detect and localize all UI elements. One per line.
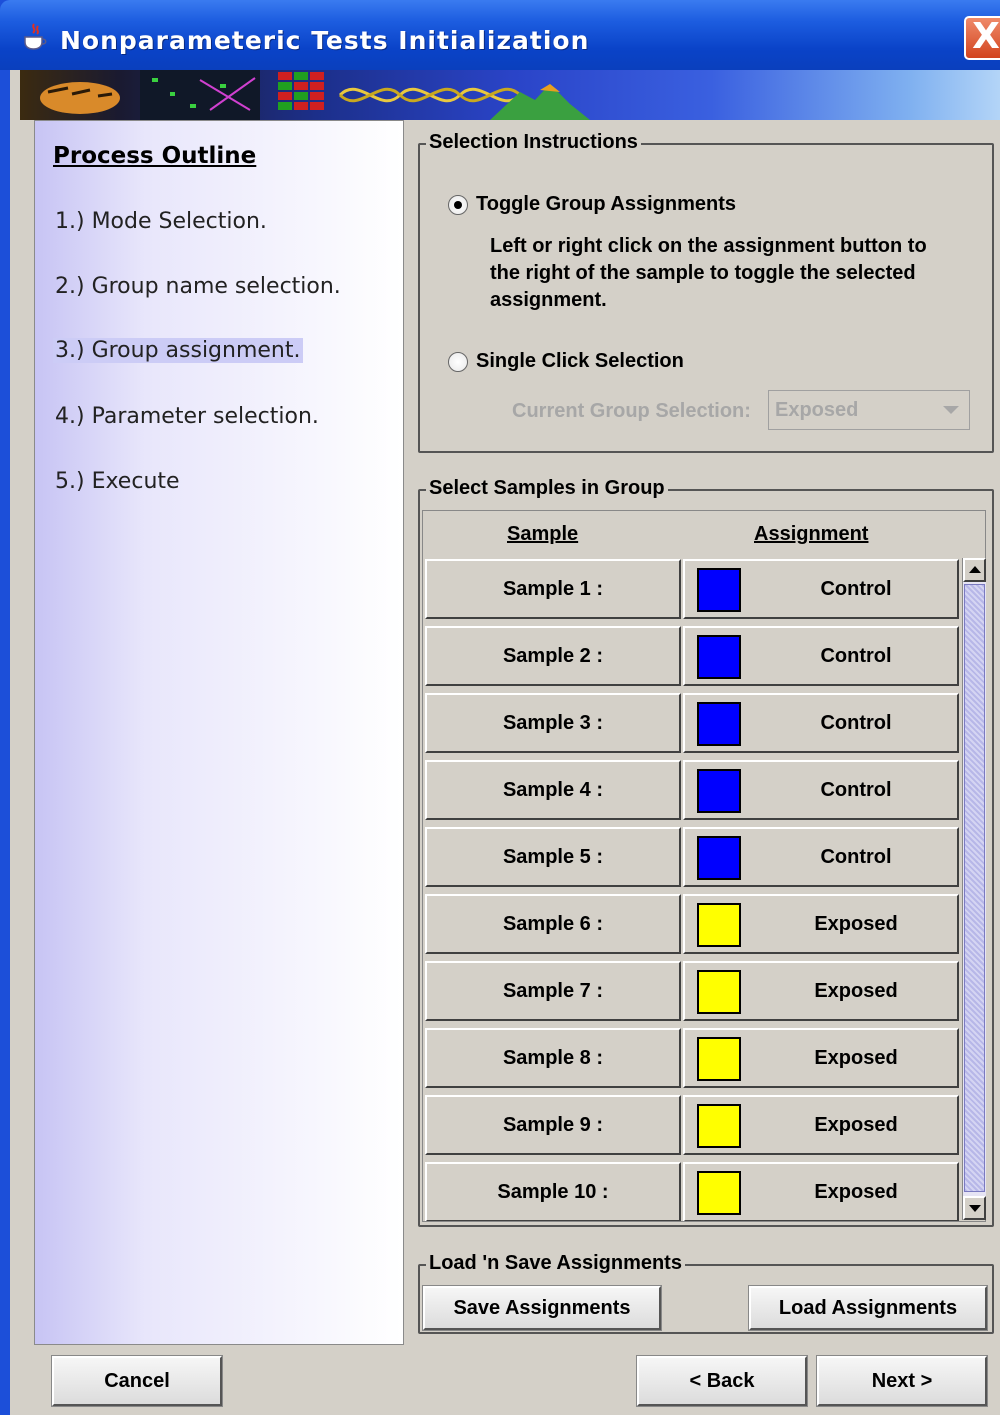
group-color-swatch-icon <box>697 568 741 612</box>
sample-button[interactable]: Sample 8 : <box>425 1028 681 1088</box>
outline-step-parameter-selection: 4.) Parameter selection. <box>55 404 319 429</box>
table-row: Sample 6 : Exposed <box>425 894 961 956</box>
radio-unchecked-icon[interactable] <box>448 351 468 372</box>
assignment-toggle-button[interactable]: Control <box>683 760 959 820</box>
assignment-toggle-button[interactable]: Control <box>683 693 959 753</box>
toggle-group-assignments-radio[interactable]: Toggle Group Assignments <box>448 193 736 216</box>
assignment-toggle-button[interactable]: Control <box>683 559 959 619</box>
close-button[interactable]: X <box>964 16 1000 60</box>
current-group-selection-value: Exposed <box>775 399 859 421</box>
next-button[interactable]: Next > <box>816 1355 988 1407</box>
title-bar[interactable]: Nonparameteric Tests Initialization X <box>0 0 1000 70</box>
assignment-label: Exposed <box>814 1181 898 1203</box>
assignment-toggle-button[interactable]: Control <box>683 827 959 887</box>
save-assignments-button[interactable]: Save Assignments <box>422 1285 662 1331</box>
assignment-toggle-button[interactable]: Exposed <box>683 1028 959 1088</box>
select-samples-title: Select Samples in Group <box>426 477 668 500</box>
table-row: Sample 5 : Control <box>425 827 961 889</box>
single-click-selection-radio[interactable]: Single Click Selection <box>448 350 684 373</box>
table-row: Sample 4 : Control <box>425 760 961 822</box>
sample-column-header: Sample <box>507 523 579 545</box>
assignment-label: Control <box>820 779 892 801</box>
scroll-up-icon[interactable] <box>963 558 986 582</box>
current-group-selection-dropdown[interactable]: Exposed <box>768 390 970 430</box>
sample-button[interactable]: Sample 2 : <box>425 626 681 686</box>
table-row: Sample 3 : Control <box>425 693 961 755</box>
group-color-swatch-icon <box>697 1037 741 1081</box>
single-click-selection-label: Single Click Selection <box>476 350 684 372</box>
group-color-swatch-icon <box>697 903 741 947</box>
wizard-window: Nonparameteric Tests Initialization X Pr… <box>0 0 1000 1415</box>
instructions-line: assignment. <box>490 289 607 311</box>
assignment-label: Control <box>820 645 892 667</box>
assignment-toggle-button[interactable]: Control <box>683 626 959 686</box>
toggle-group-assignments-label: Toggle Group Assignments <box>476 193 737 215</box>
group-color-swatch-icon <box>697 1171 741 1215</box>
banner-image <box>20 70 1000 120</box>
table-row: Sample 2 : Control <box>425 626 961 688</box>
group-color-swatch-icon <box>697 836 741 880</box>
assignment-label: Exposed <box>814 1047 898 1069</box>
outline-step-group-name-selection: 2.) Group name selection. <box>55 274 341 299</box>
scroll-down-icon[interactable] <box>963 1196 986 1220</box>
current-group-selection-label: Current Group Selection: <box>512 400 751 422</box>
assignment-label: Control <box>820 712 892 734</box>
java-cup-icon <box>24 23 47 50</box>
table-row: Sample 1 : Control <box>425 559 961 621</box>
selection-instructions-text: Left or right click on the assignment bu… <box>490 233 927 314</box>
assignment-toggle-button[interactable]: Exposed <box>683 894 959 954</box>
table-row: Sample 8 : Exposed <box>425 1028 961 1090</box>
assignment-column-header: Assignment <box>754 523 869 545</box>
group-color-swatch-icon <box>697 769 741 813</box>
sample-button[interactable]: Sample 9 : <box>425 1095 681 1155</box>
assignment-label: Control <box>820 846 892 868</box>
instructions-line: the right of the sample to toggle the se… <box>490 262 916 284</box>
sample-button[interactable]: Sample 10 : <box>425 1162 681 1221</box>
selection-instructions-title: Selection Instructions <box>426 131 641 154</box>
assignment-toggle-button[interactable]: Exposed <box>683 961 959 1021</box>
sample-button[interactable]: Sample 3 : <box>425 693 681 753</box>
process-outline-title: Process Outline <box>53 143 257 169</box>
outline-step-execute: 5.) Execute <box>55 469 180 494</box>
sample-assignment-table: Sample Assignment Sample 1 : Control Sampl… <box>422 510 986 1222</box>
banner-artwork <box>40 70 590 120</box>
sample-button[interactable]: Sample 7 : <box>425 961 681 1021</box>
group-color-swatch-icon <box>697 970 741 1014</box>
sample-button[interactable]: Sample 6 : <box>425 894 681 954</box>
group-color-swatch-icon <box>697 1104 741 1148</box>
assignment-label: Exposed <box>814 1114 898 1136</box>
group-color-swatch-icon <box>697 635 741 679</box>
load-save-title: Load 'n Save Assignments <box>426 1252 685 1275</box>
table-row: Sample 9 : Exposed <box>425 1095 961 1157</box>
process-outline-panel: Process Outline 1.) Mode Selection. 2.) … <box>34 120 404 1345</box>
sample-button[interactable]: Sample 5 : <box>425 827 681 887</box>
instructions-line: Left or right click on the assignment bu… <box>490 235 927 257</box>
selection-instructions-group: Selection Instructions Toggle Group Assi… <box>418 131 994 453</box>
assignment-toggle-button[interactable]: Exposed <box>683 1095 959 1155</box>
back-button[interactable]: < Back <box>636 1355 808 1407</box>
assignment-label: Exposed <box>814 980 898 1002</box>
cancel-button[interactable]: Cancel <box>51 1355 223 1407</box>
radio-checked-icon[interactable] <box>448 194 468 215</box>
outline-step-mode-selection: 1.) Mode Selection. <box>55 209 267 234</box>
window-title: Nonparameteric Tests Initialization <box>60 26 590 55</box>
sample-button[interactable]: Sample 4 : <box>425 760 681 820</box>
assignment-label: Exposed <box>814 913 898 935</box>
sample-table-scrollbar[interactable] <box>962 558 986 1220</box>
scroll-thumb[interactable] <box>964 584 985 1192</box>
outline-step-group-assignment: 3.) Group assignment. <box>53 338 303 363</box>
table-row: Sample 7 : Exposed <box>425 961 961 1023</box>
table-row: Sample 10 : Exposed <box>425 1162 961 1221</box>
load-assignments-button[interactable]: Load Assignments <box>748 1285 988 1331</box>
chevron-down-icon <box>943 406 959 414</box>
sample-button[interactable]: Sample 1 : <box>425 559 681 619</box>
group-color-swatch-icon <box>697 702 741 746</box>
assignment-label: Control <box>820 578 892 600</box>
assignment-toggle-button[interactable]: Exposed <box>683 1162 959 1221</box>
